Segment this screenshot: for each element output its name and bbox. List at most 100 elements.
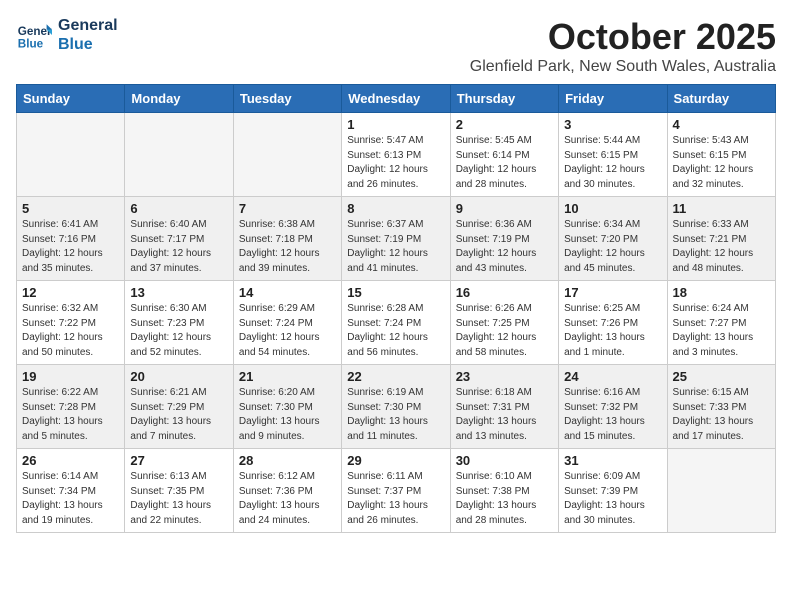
- day-info: Sunrise: 6:37 AM Sunset: 7:19 PM Dayligh…: [347, 218, 444, 276]
- day-number: 22: [347, 369, 444, 384]
- day-number: 10: [564, 201, 661, 216]
- day-number: 28: [239, 453, 336, 468]
- day-number: 16: [456, 285, 553, 300]
- calendar-cell: 25 Sunrise: 6:15 AM Sunset: 7:33 PM Dayli…: [667, 365, 775, 449]
- calendar-cell: [233, 113, 341, 197]
- header-saturday: Saturday: [667, 85, 775, 113]
- calendar-cell: 11 Sunrise: 6:33 AM Sunset: 7:21 PM Dayli…: [667, 197, 775, 281]
- day-number: 8: [347, 201, 444, 216]
- day-number: 19: [22, 369, 119, 384]
- day-number: 29: [347, 453, 444, 468]
- logo-icon: General Blue: [16, 17, 52, 53]
- calendar-cell: 27 Sunrise: 6:13 AM Sunset: 7:35 PM Dayli…: [125, 449, 233, 533]
- header-wednesday: Wednesday: [342, 85, 450, 113]
- day-info: Sunrise: 6:28 AM Sunset: 7:24 PM Dayligh…: [347, 302, 444, 360]
- calendar-week-5: 26 Sunrise: 6:14 AM Sunset: 7:34 PM Dayli…: [17, 449, 776, 533]
- day-info: Sunrise: 6:12 AM Sunset: 7:36 PM Dayligh…: [239, 470, 336, 528]
- title-block: October 2025 Glenfield Park, New South W…: [470, 16, 776, 76]
- header-monday: Monday: [125, 85, 233, 113]
- day-number: 3: [564, 117, 661, 132]
- day-info: Sunrise: 6:13 AM Sunset: 7:35 PM Dayligh…: [130, 470, 227, 528]
- day-info: Sunrise: 6:26 AM Sunset: 7:25 PM Dayligh…: [456, 302, 553, 360]
- day-number: 23: [456, 369, 553, 384]
- day-info: Sunrise: 6:21 AM Sunset: 7:29 PM Dayligh…: [130, 386, 227, 444]
- day-info: Sunrise: 6:36 AM Sunset: 7:19 PM Dayligh…: [456, 218, 553, 276]
- day-info: Sunrise: 6:11 AM Sunset: 7:37 PM Dayligh…: [347, 470, 444, 528]
- day-info: Sunrise: 6:19 AM Sunset: 7:30 PM Dayligh…: [347, 386, 444, 444]
- calendar-cell: 5Sunrise: 6:41 AM Sunset: 7:16 PM Daylig…: [17, 197, 125, 281]
- day-number: 13: [130, 285, 227, 300]
- day-info: Sunrise: 6:33 AM Sunset: 7:21 PM Dayligh…: [673, 218, 770, 276]
- calendar-cell: 2Sunrise: 5:45 AM Sunset: 6:14 PM Daylig…: [450, 113, 558, 197]
- day-info: Sunrise: 6:25 AM Sunset: 7:26 PM Dayligh…: [564, 302, 661, 360]
- day-number: 21: [239, 369, 336, 384]
- day-info: Sunrise: 6:24 AM Sunset: 7:27 PM Dayligh…: [673, 302, 770, 360]
- day-number: 6: [130, 201, 227, 216]
- calendar-cell: 15 Sunrise: 6:28 AM Sunset: 7:24 PM Dayli…: [342, 281, 450, 365]
- day-number: 15: [347, 285, 444, 300]
- calendar-week-1: 1Sunrise: 5:47 AM Sunset: 6:13 PM Daylig…: [17, 113, 776, 197]
- calendar-cell: [125, 113, 233, 197]
- calendar-cell: 17Sunrise: 6:25 AM Sunset: 7:26 PM Dayli…: [559, 281, 667, 365]
- svg-text:Blue: Blue: [18, 38, 44, 51]
- calendar-cell: 12 Sunrise: 6:32 AM Sunset: 7:22 PM Dayli…: [17, 281, 125, 365]
- calendar-cell: 6 Sunrise: 6:40 AM Sunset: 7:17 PM Daylig…: [125, 197, 233, 281]
- calendar-cell: 30Sunrise: 6:10 AM Sunset: 7:38 PM Dayli…: [450, 449, 558, 533]
- header-tuesday: Tuesday: [233, 85, 341, 113]
- calendar-cell: 24Sunrise: 6:16 AM Sunset: 7:32 PM Dayli…: [559, 365, 667, 449]
- day-info: Sunrise: 5:43 AM Sunset: 6:15 PM Dayligh…: [673, 134, 770, 192]
- day-number: 7: [239, 201, 336, 216]
- day-info: Sunrise: 6:29 AM Sunset: 7:24 PM Dayligh…: [239, 302, 336, 360]
- calendar-cell: 20 Sunrise: 6:21 AM Sunset: 7:29 PM Dayli…: [125, 365, 233, 449]
- day-number: 18: [673, 285, 770, 300]
- calendar-cell: 31 Sunrise: 6:09 AM Sunset: 7:39 PM Dayli…: [559, 449, 667, 533]
- calendar-table: SundayMondayTuesdayWednesdayThursdayFrid…: [16, 84, 776, 533]
- calendar-cell: 7 Sunrise: 6:38 AM Sunset: 7:18 PM Daylig…: [233, 197, 341, 281]
- day-info: Sunrise: 6:20 AM Sunset: 7:30 PM Dayligh…: [239, 386, 336, 444]
- day-number: 30: [456, 453, 553, 468]
- calendar-cell: 16 Sunrise: 6:26 AM Sunset: 7:25 PM Dayli…: [450, 281, 558, 365]
- day-number: 5: [22, 201, 119, 216]
- day-number: 25: [673, 369, 770, 384]
- calendar-cell: 28 Sunrise: 6:12 AM Sunset: 7:36 PM Dayli…: [233, 449, 341, 533]
- calendar-cell: 14 Sunrise: 6:29 AM Sunset: 7:24 PM Dayli…: [233, 281, 341, 365]
- day-number: 24: [564, 369, 661, 384]
- calendar-cell: 3Sunrise: 5:44 AM Sunset: 6:15 PM Daylig…: [559, 113, 667, 197]
- day-number: 4: [673, 117, 770, 132]
- calendar-week-3: 12 Sunrise: 6:32 AM Sunset: 7:22 PM Dayli…: [17, 281, 776, 365]
- day-number: 20: [130, 369, 227, 384]
- day-number: 12: [22, 285, 119, 300]
- calendar-cell: 10 Sunrise: 6:34 AM Sunset: 7:20 PM Dayli…: [559, 197, 667, 281]
- day-number: 27: [130, 453, 227, 468]
- calendar-cell: 22 Sunrise: 6:19 AM Sunset: 7:30 PM Dayli…: [342, 365, 450, 449]
- day-number: 26: [22, 453, 119, 468]
- calendar-cell: 18 Sunrise: 6:24 AM Sunset: 7:27 PM Dayli…: [667, 281, 775, 365]
- day-info: Sunrise: 6:09 AM Sunset: 7:39 PM Dayligh…: [564, 470, 661, 528]
- header-friday: Friday: [559, 85, 667, 113]
- calendar-cell: [17, 113, 125, 197]
- day-info: Sunrise: 6:15 AM Sunset: 7:33 PM Dayligh…: [673, 386, 770, 444]
- day-info: Sunrise: 6:34 AM Sunset: 7:20 PM Dayligh…: [564, 218, 661, 276]
- day-info: Sunrise: 6:30 AM Sunset: 7:23 PM Dayligh…: [130, 302, 227, 360]
- logo-general: General: [58, 16, 118, 35]
- calendar-cell: 23 Sunrise: 6:18 AM Sunset: 7:31 PM Dayli…: [450, 365, 558, 449]
- calendar-cell: 19Sunrise: 6:22 AM Sunset: 7:28 PM Dayli…: [17, 365, 125, 449]
- calendar-week-4: 19Sunrise: 6:22 AM Sunset: 7:28 PM Dayli…: [17, 365, 776, 449]
- calendar-cell: 29 Sunrise: 6:11 AM Sunset: 7:37 PM Dayli…: [342, 449, 450, 533]
- day-info: Sunrise: 6:38 AM Sunset: 7:18 PM Dayligh…: [239, 218, 336, 276]
- calendar-cell: 8 Sunrise: 6:37 AM Sunset: 7:19 PM Daylig…: [342, 197, 450, 281]
- day-number: 31: [564, 453, 661, 468]
- logo: General Blue General Blue: [16, 16, 118, 54]
- day-info: Sunrise: 6:32 AM Sunset: 7:22 PM Dayligh…: [22, 302, 119, 360]
- calendar-cell: 9Sunrise: 6:36 AM Sunset: 7:19 PM Daylig…: [450, 197, 558, 281]
- day-info: Sunrise: 5:45 AM Sunset: 6:14 PM Dayligh…: [456, 134, 553, 192]
- calendar-week-2: 5Sunrise: 6:41 AM Sunset: 7:16 PM Daylig…: [17, 197, 776, 281]
- day-info: Sunrise: 6:18 AM Sunset: 7:31 PM Dayligh…: [456, 386, 553, 444]
- day-number: 11: [673, 201, 770, 216]
- calendar-cell: 26 Sunrise: 6:14 AM Sunset: 7:34 PM Dayli…: [17, 449, 125, 533]
- calendar-header-row: SundayMondayTuesdayWednesdayThursdayFrid…: [17, 85, 776, 113]
- calendar-cell: 4 Sunrise: 5:43 AM Sunset: 6:15 PM Daylig…: [667, 113, 775, 197]
- day-info: Sunrise: 6:14 AM Sunset: 7:34 PM Dayligh…: [22, 470, 119, 528]
- day-info: Sunrise: 6:40 AM Sunset: 7:17 PM Dayligh…: [130, 218, 227, 276]
- day-number: 14: [239, 285, 336, 300]
